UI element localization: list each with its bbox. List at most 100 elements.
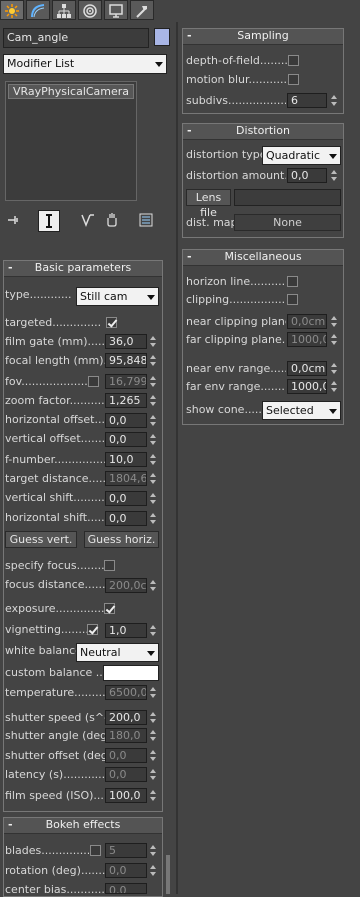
zoom-factor-spinner[interactable] (149, 393, 157, 408)
horizontal-shift-input[interactable]: 0,0 (105, 511, 147, 526)
object-color-swatch[interactable] (154, 28, 170, 46)
near-env-range-input[interactable]: 0,0cm (287, 361, 327, 376)
horizontal-shift-spinner[interactable] (149, 511, 157, 526)
blades-checkbox[interactable] (90, 845, 101, 856)
horizon-line-checkbox[interactable] (287, 276, 298, 287)
object-name-field[interactable]: Cam_angle (3, 28, 149, 48)
depth-of-field-checkbox[interactable] (288, 55, 299, 66)
vertical-shift-spinner[interactable] (149, 491, 157, 506)
focus-distance-spinner[interactable] (149, 578, 157, 593)
subdivs-input[interactable]: 6 (287, 93, 327, 108)
target-distance-spinner[interactable] (149, 471, 157, 486)
pin-stack-icon[interactable] (6, 212, 22, 228)
vignetting-input[interactable]: 1,0 (105, 623, 147, 638)
near-clipping-plane-spinner[interactable] (330, 314, 338, 329)
vignetting-checkbox[interactable] (87, 624, 98, 635)
hierarchy-tab[interactable] (52, 0, 76, 20)
horizontal-offset-spinner[interactable] (149, 413, 157, 428)
guess-horiz-button[interactable]: Guess horiz. (84, 531, 159, 548)
dist-map-button[interactable]: None (234, 214, 341, 231)
lens-file-button[interactable]: Lens file (186, 189, 231, 219)
bokeh-effects-header[interactable]: - Bokeh effects (4, 818, 162, 834)
film-gate-input[interactable]: 36,0 (105, 334, 147, 349)
far-clipping-plane-spinner[interactable] (330, 332, 338, 347)
remove-modifier-icon[interactable] (104, 212, 120, 228)
zoom-factor-input[interactable]: 1,265 (105, 393, 147, 408)
distortion-header[interactable]: - Distortion (183, 124, 343, 140)
film-gate-spinner[interactable] (149, 334, 157, 349)
latency-spinner[interactable] (149, 767, 157, 782)
focal-length-input[interactable]: 95,848 (105, 353, 147, 368)
basic-parameters-header[interactable]: - Basic parameters (4, 261, 162, 277)
fov-spinner[interactable] (149, 374, 157, 389)
fov-input[interactable]: 16,799 (105, 374, 147, 389)
f-number-spinner[interactable] (149, 452, 157, 467)
film-speed-spinner[interactable] (149, 788, 157, 803)
exposure-checkbox[interactable] (104, 603, 115, 614)
shutter-angle-input[interactable]: 180,0 (105, 728, 147, 743)
show-end-result-button[interactable] (38, 210, 60, 232)
white-balance-dropdown[interactable]: Neutral (76, 643, 159, 662)
blades-input[interactable]: 5 (105, 843, 147, 858)
rotation-input[interactable]: 0,0 (105, 863, 147, 878)
shutter-speed-spinner[interactable] (149, 710, 157, 725)
far-env-range-input[interactable]: 1000,0c (287, 379, 327, 394)
stack-item-vrayphysicalcamera[interactable]: VRayPhysicalCamera (8, 84, 134, 99)
show-cone-dropdown[interactable]: Selected (262, 401, 341, 420)
shutter-speed-input[interactable]: 200,0 (105, 710, 147, 725)
modifier-list-dropdown[interactable]: Modifier List (3, 54, 167, 74)
subdivs-spinner[interactable] (330, 93, 338, 108)
near-env-range-spinner[interactable] (330, 361, 338, 376)
specify-focus-checkbox[interactable] (104, 560, 115, 571)
custom-balance-color-swatch[interactable] (103, 665, 159, 681)
distortion-amount-spinner[interactable] (330, 168, 338, 183)
vertical-offset-input[interactable]: 0,0 (105, 432, 147, 447)
configure-sets-icon[interactable] (138, 212, 154, 228)
motion-blur-checkbox[interactable] (288, 74, 299, 85)
rotation-label: rotation (deg)........ (5, 864, 105, 877)
type-label: type............ (5, 288, 72, 301)
temperature-spinner[interactable] (149, 685, 157, 700)
temperature-input[interactable]: 6500,0 (105, 685, 147, 700)
film-speed-input[interactable]: 100,0 (105, 788, 147, 803)
vignetting-label: vignetting.......... (5, 623, 87, 636)
focus-distance-input[interactable]: 200,0cm (105, 578, 147, 593)
rotation-spinner[interactable] (149, 863, 157, 878)
modifier-stack[interactable]: VRayPhysicalCamera (5, 81, 137, 201)
clipping-checkbox[interactable] (287, 294, 298, 305)
horizontal-offset-input[interactable]: 0,0 (105, 413, 147, 428)
miscellaneous-header[interactable]: - Miscellaneous (183, 250, 343, 266)
vertical-shift-input[interactable]: 0,0 (105, 491, 147, 506)
distortion-amount-input[interactable]: 0,0 (287, 168, 327, 183)
utilities-tab[interactable] (130, 0, 154, 20)
far-env-range-spinner[interactable] (330, 379, 338, 394)
center-bias-input[interactable]: 0,0 (105, 883, 147, 894)
far-clipping-plane-input[interactable]: 1000,0c (287, 332, 327, 347)
sampling-header[interactable]: - Sampling (183, 29, 343, 45)
targeted-checkbox[interactable] (106, 317, 117, 328)
display-tab[interactable] (104, 0, 128, 20)
command-panel-tabs (0, 0, 360, 22)
fov-checkbox[interactable] (88, 376, 99, 387)
motion-tab[interactable] (78, 0, 102, 20)
near-clipping-plane-input[interactable]: 0,0cm (287, 314, 327, 329)
guess-vert-button[interactable]: Guess vert. (5, 531, 77, 548)
blades-spinner[interactable] (149, 843, 157, 858)
lens-file-path[interactable] (234, 189, 341, 206)
chevron-down-icon (155, 62, 163, 67)
shutter-offset-spinner[interactable] (149, 748, 157, 763)
distortion-type-dropdown[interactable]: Quadratic (262, 146, 341, 165)
vertical-offset-spinner[interactable] (149, 432, 157, 447)
f-number-input[interactable]: 10,0 (105, 452, 147, 467)
make-unique-icon[interactable] (80, 212, 96, 228)
target-distance-input[interactable]: 1804,60 (105, 471, 147, 486)
shutter-angle-spinner[interactable] (149, 728, 157, 743)
modify-tab[interactable] (26, 0, 50, 20)
focal-length-spinner[interactable] (149, 353, 157, 368)
camera-type-dropdown[interactable]: Still cam (76, 287, 159, 306)
shutter-offset-input[interactable]: 0,0 (105, 748, 147, 763)
left-panel-scrollbar[interactable] (166, 855, 170, 894)
create-tab[interactable] (0, 0, 24, 20)
vignetting-spinner[interactable] (149, 623, 157, 638)
latency-input[interactable]: 0,0 (105, 767, 147, 782)
